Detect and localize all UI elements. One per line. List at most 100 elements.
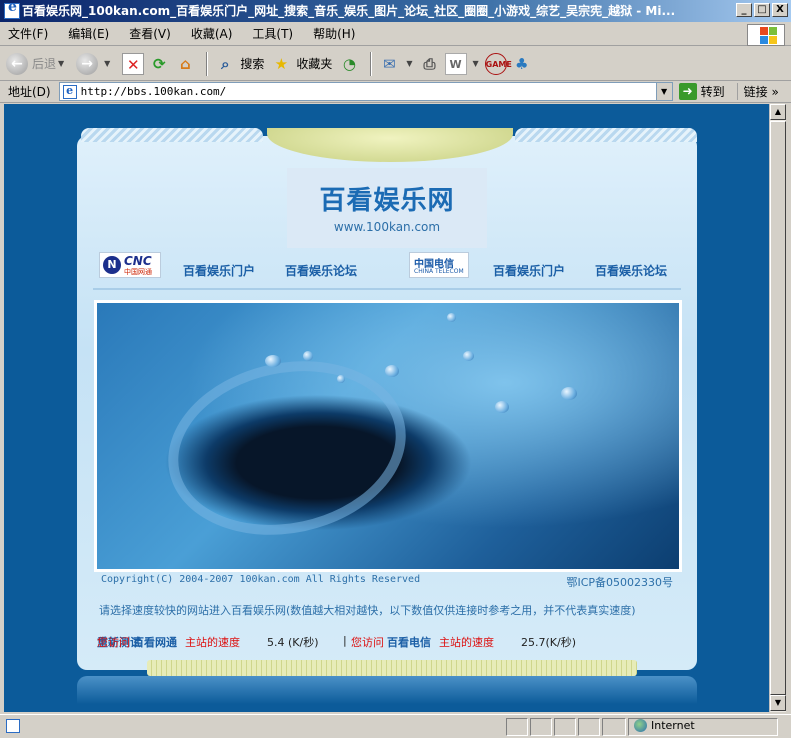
speed-separator: |: [343, 634, 347, 647]
water-drop: [303, 351, 313, 361]
telecom-speed-suffix: 主站的速度: [439, 636, 494, 649]
cnc-speed-prefix: 您访问: [97, 636, 130, 649]
water-drop: [265, 355, 281, 367]
cnc-logo: N CNC 中国网通: [99, 252, 161, 278]
go-label: 转到: [700, 85, 725, 99]
scroll-up-icon[interactable]: ▲: [770, 104, 786, 120]
windows-logo-icon: [747, 24, 785, 46]
telecom-speed-name: 百看电信: [387, 636, 431, 649]
mail-icon[interactable]: ✉: [378, 53, 400, 75]
back-button[interactable]: ← 后退 ▼: [6, 52, 70, 75]
water-drop: [463, 351, 474, 361]
status-cell: [506, 718, 528, 736]
decor-tab-left: [81, 128, 263, 142]
telecom-logo-sub: CHINA TELECOM: [414, 268, 464, 275]
ie-icon: [4, 0, 20, 19]
game-icon[interactable]: GAME: [484, 52, 512, 75]
menu-view[interactable]: 查看(V): [129, 25, 171, 42]
menu-file[interactable]: 文件(F): [8, 25, 48, 42]
globe-icon: [634, 719, 647, 732]
search-icon: ⌕: [221, 54, 230, 73]
zone-label: Internet: [651, 719, 695, 732]
decor-reflection: [77, 676, 697, 704]
chevron-down-icon: ▼: [472, 59, 479, 68]
water-drop: [495, 401, 509, 413]
messenger-icon[interactable]: ♣: [511, 53, 533, 75]
minimize-button[interactable]: _: [736, 3, 752, 17]
cnc-logo-mark: N: [103, 256, 121, 274]
status-cell: [602, 718, 626, 736]
menu-edit[interactable]: 编辑(E): [68, 25, 109, 42]
back-label: 后退: [32, 57, 57, 71]
stop-icon[interactable]: ✕: [122, 52, 145, 75]
chevron-down-icon: ▼: [104, 59, 111, 68]
title-bar: 百看娱乐网_100kan.com_百看娱乐门户_网址_搜索_音乐_娱乐_图片_论…: [0, 0, 791, 22]
links-button[interactable]: 链接 »: [736, 83, 779, 100]
search-button[interactable]: ⌕ 搜索: [214, 53, 264, 75]
menu-favorites[interactable]: 收藏(A): [191, 25, 233, 42]
chevron-down-icon: ▼: [58, 59, 65, 68]
telecom-logo: 中国电信 CHINA TELECOM: [409, 252, 469, 278]
back-arrow-icon: ←: [6, 52, 28, 75]
close-button[interactable]: X: [772, 3, 788, 17]
toolbar-separator: [370, 51, 373, 76]
window-title: 百看娱乐网_100kan.com_百看娱乐门户_网址_搜索_音乐_娱乐_图片_论…: [22, 4, 676, 18]
page-icon: e: [62, 84, 77, 99]
site-logo-title: 百看娱乐网: [319, 186, 455, 216]
water-splash-image: [94, 300, 682, 572]
telecom-speed-value: 25.7(K/秒): [521, 636, 576, 649]
forward-arrow-icon: →: [76, 52, 99, 75]
page-viewport: 百看娱乐网 www.100kan.com N CNC 中国网通 百看娱乐门户 百…: [4, 104, 769, 712]
chevron-right-icon: »: [771, 85, 779, 99]
cnc-logo-text: CNC: [124, 254, 152, 268]
print-icon[interactable]: ⎙: [419, 53, 441, 75]
links-label: 链接: [743, 85, 768, 99]
scroll-thumb[interactable]: [770, 121, 786, 695]
favorites-button[interactable]: ★ 收藏夹: [270, 53, 333, 75]
address-bar: 地址(D) e ▼ ➜ 转到 链接 »: [0, 81, 791, 103]
edit-icon[interactable]: W: [444, 52, 467, 75]
status-bar: Internet: [0, 714, 791, 738]
decor-footer-bar: [147, 660, 637, 676]
forward-button[interactable]: → ▼: [76, 52, 116, 75]
vertical-scrollbar[interactable]: ▲ ▼: [769, 104, 786, 712]
site-logo-url: www.100kan.com: [333, 220, 441, 234]
search-label: 搜索: [240, 57, 265, 71]
page-status-icon: [6, 719, 20, 733]
chevron-down-icon[interactable]: ▼: [655, 83, 672, 100]
cnc-speed-value: 5.4 (K/秒): [267, 636, 319, 649]
address-field[interactable]: e ▼: [58, 82, 673, 101]
menu-tools[interactable]: 工具(T): [252, 25, 293, 42]
decor-tab-right: [515, 128, 697, 142]
water-drop: [447, 313, 456, 322]
chevron-down-icon: ▼: [406, 59, 413, 68]
splash-ring: [151, 339, 423, 557]
star-icon: ★: [274, 54, 289, 73]
home-icon[interactable]: ⌂: [174, 53, 196, 75]
landing-card: 百看娱乐网 www.100kan.com N CNC 中国网通 百看娱乐门户 百…: [77, 128, 697, 704]
refresh-icon[interactable]: ⟳: [148, 53, 170, 75]
menu-help[interactable]: 帮助(H): [313, 25, 355, 42]
status-cell: [578, 718, 600, 736]
status-cell: [530, 718, 552, 736]
toolbar: ← 后退 ▼ → ▼ ✕ ⟳ ⌂ ⌕ 搜索 ★ 收藏夹 ◔ ✉ ▼ ⎙ W ▼ …: [0, 47, 791, 81]
water-drop: [385, 365, 399, 377]
url-input[interactable]: [80, 85, 641, 98]
cnc-logo-sub: 中国网通: [124, 268, 152, 276]
history-icon[interactable]: ◔: [338, 53, 360, 75]
maximize-button[interactable]: □: [754, 3, 770, 17]
menu-bar: 文件(F) 编辑(E) 查看(V) 收藏(A) 工具(T) 帮助(H): [0, 22, 791, 46]
cnc-forum-link[interactable]: 百看娱乐论坛: [285, 262, 357, 279]
telecom-forum-link[interactable]: 百看娱乐论坛: [595, 262, 667, 279]
telecom-speed-prefix: 您访问: [351, 636, 384, 649]
telecom-portal-link[interactable]: 百看娱乐门户: [493, 262, 565, 279]
toolbar-separator: [206, 51, 209, 76]
cnc-portal-link[interactable]: 百看娱乐门户: [183, 262, 255, 279]
security-zone: Internet: [634, 719, 695, 732]
copyright-text: Copyright(C) 2004-2007 100kan.com All Ri…: [101, 574, 421, 585]
go-arrow-icon: ➜: [678, 83, 697, 100]
icp-link[interactable]: 鄂ICP备05002330号: [566, 574, 673, 590]
go-button[interactable]: ➜ 转到: [678, 83, 725, 100]
status-cell: [554, 718, 576, 736]
scroll-down-icon[interactable]: ▼: [770, 695, 786, 711]
